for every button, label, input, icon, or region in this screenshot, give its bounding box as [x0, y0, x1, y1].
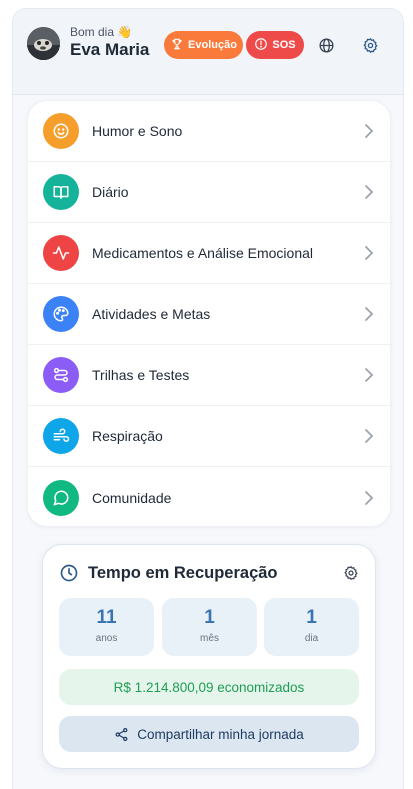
months-label: mês — [200, 633, 219, 644]
share-label: Compartilhar minha jornada — [137, 726, 304, 742]
trophy-icon — [170, 37, 184, 54]
menu-item-label: Trilhas e Testes — [92, 367, 190, 383]
days-label: dia — [304, 633, 319, 644]
greeting-text: Bom dia 👋 — [70, 25, 132, 39]
chevron-right-icon — [365, 246, 374, 260]
menu-item-diario[interactable]: Diário — [28, 162, 392, 223]
gear-icon[interactable] — [360, 35, 380, 55]
avatar[interactable] — [27, 27, 60, 60]
menu-item-label: Respiração — [92, 428, 163, 444]
app-screen: Bom dia 👋 Eva Maria Evolução SOS Humor e… — [12, 8, 404, 789]
years-stat: 11 anos — [59, 598, 154, 656]
activity-icon — [43, 235, 79, 271]
gear-icon[interactable] — [343, 565, 359, 581]
user-name: Eva Maria — [70, 40, 150, 59]
menu-item-trilhas[interactable]: Trilhas e Testes — [28, 345, 392, 406]
menu-item-label: Medicamentos e Análise Emocional — [92, 245, 314, 261]
recovery-title: Tempo em Recuperação — [88, 564, 278, 582]
menu-item-label: Humor e Sono — [92, 123, 183, 139]
menu-item-label: Diário — [92, 184, 129, 200]
menu-item-respiracao[interactable]: Respiração — [28, 406, 392, 467]
book-icon — [43, 174, 79, 210]
menu-item-atividades[interactable]: Atividades e Metas — [28, 284, 392, 345]
palette-icon — [43, 296, 79, 332]
years-label: anos — [95, 633, 118, 644]
days-value: 1 — [306, 607, 317, 628]
months-value: 1 — [204, 607, 215, 628]
chevron-right-icon — [365, 124, 374, 138]
sos-button[interactable]: SOS — [246, 31, 304, 59]
share-icon — [115, 727, 128, 741]
menu-item-medicamentos[interactable]: Medicamentos e Análise Emocional — [28, 223, 392, 284]
alert-circle-icon — [254, 37, 268, 54]
header: Bom dia 👋 Eva Maria Evolução SOS — [13, 9, 403, 95]
smile-icon — [43, 113, 79, 149]
chevron-right-icon — [365, 429, 374, 443]
wind-icon — [43, 418, 79, 454]
wave-emoji: 👋 — [117, 25, 133, 39]
recovery-card: Tempo em Recuperação 11 anos 1 mês 1 dia… — [42, 544, 376, 769]
menu-item-label: Atividades e Metas — [92, 306, 211, 322]
chevron-right-icon — [365, 368, 374, 382]
sos-label: SOS — [272, 39, 296, 51]
days-stat: 1 dia — [264, 598, 359, 656]
chevron-right-icon — [365, 185, 374, 199]
menu-card: Humor e Sono Diário Medicamentos e Análi… — [27, 100, 392, 528]
months-stat: 1 mês — [162, 598, 257, 656]
share-journey-button[interactable]: Compartilhar minha jornada — [59, 716, 359, 752]
menu-item-label: Comunidade — [92, 489, 172, 506]
menu-item-comunidade[interactable]: Comunidade — [28, 467, 392, 528]
chevron-right-icon — [365, 490, 374, 505]
clock-icon — [60, 564, 78, 582]
message-circle-icon — [43, 479, 79, 516]
chevron-right-icon — [365, 307, 374, 321]
greeting-label: Bom dia — [70, 25, 115, 39]
globe-icon[interactable] — [316, 35, 336, 55]
menu-item-humor-sono[interactable]: Humor e Sono — [28, 101, 392, 162]
years-value: 11 — [96, 607, 117, 628]
savings-badge: R$ 1.214.800,09 economizados — [59, 669, 359, 705]
evolution-label: Evolução — [188, 39, 237, 51]
route-icon — [43, 357, 79, 393]
evolution-button[interactable]: Evolução — [164, 31, 243, 59]
